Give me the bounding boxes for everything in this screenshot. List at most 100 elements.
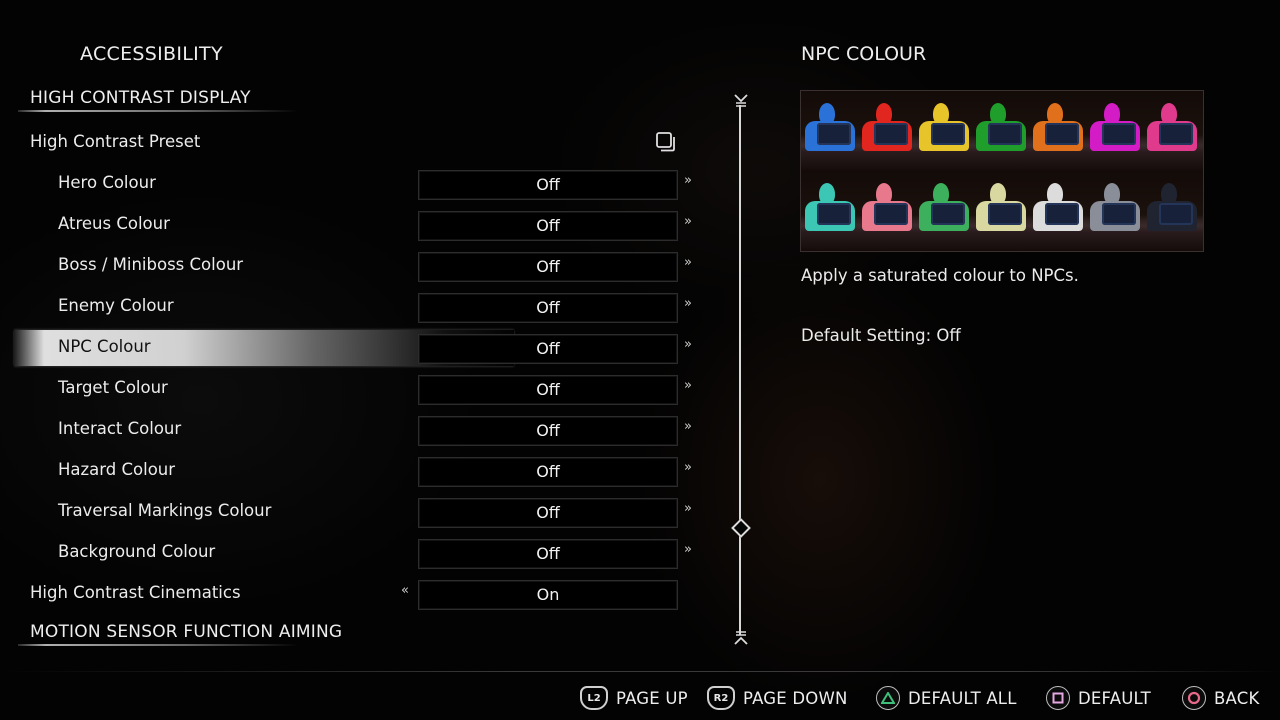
npc-preview-figure bbox=[860, 99, 915, 159]
npc-preview-figure bbox=[1031, 179, 1086, 239]
npc-preview-figure bbox=[1088, 99, 1143, 159]
value-selector[interactable]: Off bbox=[418, 252, 678, 282]
setting-row-high-contrast-preset[interactable]: High Contrast Preset bbox=[0, 122, 700, 163]
setting-row-target-colour[interactable]: Target Colour Off » bbox=[0, 368, 700, 409]
page-title: ACCESSIBILITY bbox=[80, 43, 223, 65]
setting-label: Atreus Colour bbox=[58, 214, 170, 233]
value-selector[interactable]: Off bbox=[418, 293, 678, 323]
npc-preview-figure bbox=[1031, 99, 1086, 159]
value-selector[interactable]: Off bbox=[418, 416, 678, 446]
chevron-double-right-icon[interactable]: » bbox=[684, 214, 692, 229]
value-selector[interactable]: Off bbox=[418, 170, 678, 200]
circle-button-icon bbox=[1182, 686, 1206, 710]
setting-value: Off bbox=[536, 380, 560, 399]
preview-shelf-row-1 bbox=[801, 91, 1203, 171]
section-header-motion-sensor[interactable]: MOTION SENSOR FUNCTION AIMING bbox=[30, 622, 342, 642]
setting-row-traversal-markings-colour[interactable]: Traversal Markings Colour Off » bbox=[0, 491, 700, 532]
setting-row-hero-colour[interactable]: Hero Colour Off » bbox=[0, 163, 700, 204]
button-hints-bar: L2 PAGE UP R2 PAGE DOWN DEFAULT ALL DEFA… bbox=[0, 684, 1280, 714]
npc-preview-figure bbox=[917, 179, 972, 239]
setting-value: Off bbox=[536, 175, 560, 194]
hint-label: DEFAULT ALL bbox=[908, 688, 1017, 708]
page-up-hint[interactable]: L2 PAGE UP bbox=[580, 684, 688, 712]
npc-preview-figure bbox=[974, 99, 1029, 159]
setting-value: Off bbox=[536, 298, 560, 317]
setting-value: Off bbox=[536, 216, 560, 235]
chevron-double-left-icon[interactable]: « bbox=[401, 583, 409, 598]
chevron-double-right-icon[interactable]: » bbox=[684, 542, 692, 557]
value-selector[interactable]: Off bbox=[418, 211, 678, 241]
page-down-hint[interactable]: R2 PAGE DOWN bbox=[707, 684, 848, 712]
chevron-double-right-icon[interactable]: » bbox=[684, 296, 692, 311]
default-all-hint[interactable]: DEFAULT ALL bbox=[876, 684, 1017, 712]
npc-preview-figure bbox=[803, 179, 858, 239]
npc-preview-figure bbox=[860, 179, 915, 239]
default-setting-text: Default Setting: Off bbox=[801, 326, 961, 345]
setting-label: Target Colour bbox=[58, 378, 168, 397]
setting-label: Interact Colour bbox=[58, 419, 182, 438]
npc-preview-figure bbox=[1088, 179, 1143, 239]
setting-label: NPC Colour bbox=[58, 337, 151, 356]
value-selector[interactable]: Off bbox=[418, 334, 678, 364]
setting-label: Traversal Markings Colour bbox=[58, 501, 272, 520]
chevron-double-right-icon[interactable]: » bbox=[684, 419, 692, 434]
square-button-icon bbox=[1046, 686, 1070, 710]
scroll-cap-top-icon bbox=[734, 94, 748, 107]
chevron-double-right-icon[interactable]: » bbox=[684, 337, 692, 352]
setting-label: Hazard Colour bbox=[58, 460, 176, 479]
setting-value: Off bbox=[536, 503, 560, 522]
detail-panel-title: NPC COLOUR bbox=[801, 43, 927, 65]
setting-label: Boss / Miniboss Colour bbox=[58, 255, 244, 274]
npc-preview-figure bbox=[803, 99, 858, 159]
value-selector[interactable]: Off bbox=[418, 498, 678, 528]
setting-value: On bbox=[536, 585, 560, 604]
setting-value: Off bbox=[536, 462, 560, 481]
setting-value: Off bbox=[536, 544, 560, 563]
setting-label: High Contrast Preset bbox=[30, 132, 201, 151]
setting-label: Hero Colour bbox=[58, 173, 156, 192]
default-hint[interactable]: DEFAULT bbox=[1046, 684, 1151, 712]
setting-row-background-colour[interactable]: Background Colour Off » bbox=[0, 532, 700, 573]
section-divider bbox=[18, 110, 298, 112]
setting-value: Off bbox=[536, 421, 560, 440]
chevron-double-right-icon[interactable]: » bbox=[684, 255, 692, 270]
section-divider bbox=[18, 644, 298, 646]
setting-row-interact-colour[interactable]: Interact Colour Off » bbox=[0, 409, 700, 450]
back-hint[interactable]: BACK bbox=[1182, 684, 1259, 712]
scrollbar-track[interactable] bbox=[739, 105, 741, 635]
setting-label: High Contrast Cinematics bbox=[30, 583, 241, 602]
hint-label: PAGE UP bbox=[616, 688, 688, 708]
setting-row-boss-colour[interactable]: Boss / Miniboss Colour Off » bbox=[0, 245, 700, 286]
chevron-double-right-icon[interactable]: » bbox=[684, 501, 692, 516]
hint-label: BACK bbox=[1214, 688, 1260, 708]
hint-label: DEFAULT bbox=[1078, 688, 1151, 708]
setting-row-high-contrast-cinematics[interactable]: High Contrast Cinematics « On bbox=[0, 573, 700, 614]
value-selector[interactable]: Off bbox=[418, 539, 678, 569]
triangle-button-icon bbox=[876, 686, 900, 710]
npc-colour-preview-image bbox=[800, 90, 1204, 252]
setting-row-npc-colour[interactable]: NPC Colour Off » bbox=[0, 327, 700, 368]
section-header-high-contrast[interactable]: HIGH CONTRAST DISPLAY bbox=[30, 88, 251, 108]
preset-copy-icon[interactable] bbox=[655, 131, 677, 153]
footer-divider bbox=[0, 671, 1280, 672]
setting-row-hazard-colour[interactable]: Hazard Colour Off » bbox=[0, 450, 700, 491]
scrollbar-thumb[interactable] bbox=[731, 518, 751, 538]
value-selector[interactable]: Off bbox=[418, 375, 678, 405]
setting-row-atreus-colour[interactable]: Atreus Colour Off » bbox=[0, 204, 700, 245]
r2-button-icon: R2 bbox=[707, 686, 735, 710]
setting-label: Background Colour bbox=[58, 542, 216, 561]
setting-row-enemy-colour[interactable]: Enemy Colour Off » bbox=[0, 286, 700, 327]
chevron-double-right-icon[interactable]: » bbox=[684, 173, 692, 188]
chevron-double-right-icon[interactable]: » bbox=[684, 378, 692, 393]
value-selector[interactable]: Off bbox=[418, 457, 678, 487]
scroll-cap-bottom-icon bbox=[734, 631, 748, 645]
npc-preview-figure bbox=[917, 99, 972, 159]
npc-preview-figure bbox=[974, 179, 1029, 239]
setting-value: Off bbox=[536, 339, 560, 358]
setting-label: Enemy Colour bbox=[58, 296, 174, 315]
chevron-double-right-icon[interactable]: » bbox=[684, 460, 692, 475]
value-selector[interactable]: On bbox=[418, 580, 678, 610]
npc-preview-figure bbox=[1145, 99, 1200, 159]
setting-description: Apply a saturated colour to NPCs. bbox=[801, 266, 1079, 285]
setting-value: Off bbox=[536, 257, 560, 276]
